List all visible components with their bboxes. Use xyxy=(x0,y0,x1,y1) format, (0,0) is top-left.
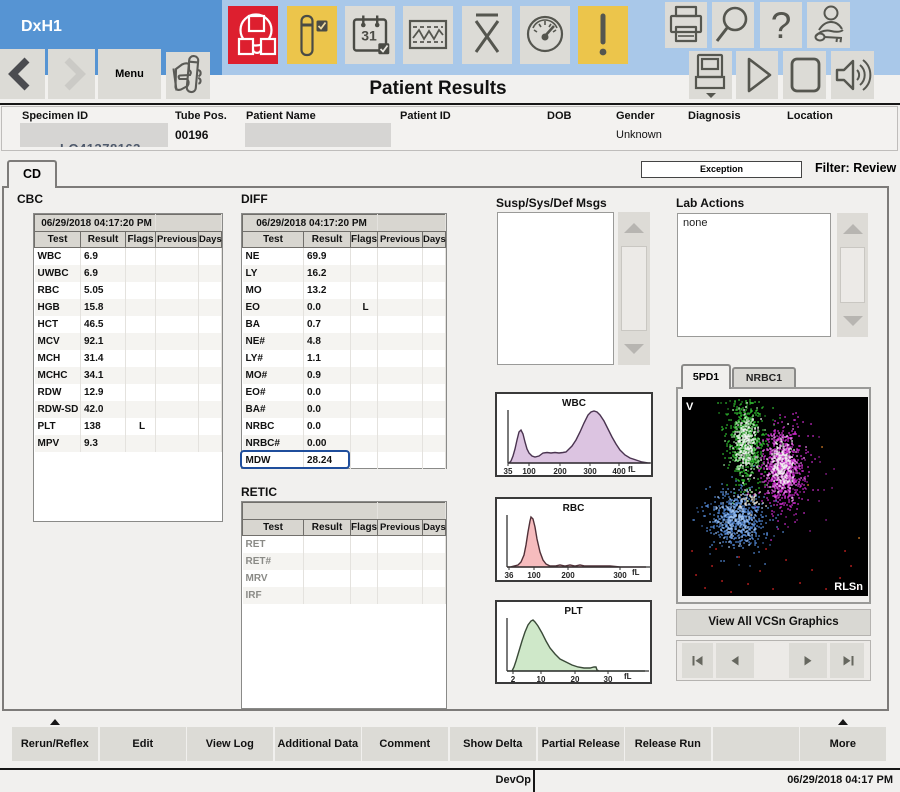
svg-text:fL: fL xyxy=(628,465,636,474)
svg-text:400: 400 xyxy=(612,467,626,475)
svg-text:fL: fL xyxy=(632,568,640,577)
svg-text:30: 30 xyxy=(604,675,613,682)
svg-text:RBC: RBC xyxy=(563,503,585,514)
svg-text:35: 35 xyxy=(504,467,513,475)
svg-text:?: ? xyxy=(771,5,792,46)
svg-text:WBC: WBC xyxy=(562,398,586,409)
svg-text:300: 300 xyxy=(583,467,597,475)
svg-text:20: 20 xyxy=(571,675,580,682)
svg-text:100: 100 xyxy=(522,467,536,475)
svg-text:36: 36 xyxy=(505,571,514,580)
svg-text:200: 200 xyxy=(553,467,567,475)
svg-text:10: 10 xyxy=(537,675,546,682)
svg-text:100: 100 xyxy=(527,571,541,580)
svg-text:PLT: PLT xyxy=(564,606,582,617)
svg-text:fL: fL xyxy=(624,672,632,681)
svg-text:31: 31 xyxy=(361,28,377,44)
svg-text:300: 300 xyxy=(613,571,627,580)
svg-text:200: 200 xyxy=(561,571,575,580)
svg-text:2: 2 xyxy=(511,675,516,682)
